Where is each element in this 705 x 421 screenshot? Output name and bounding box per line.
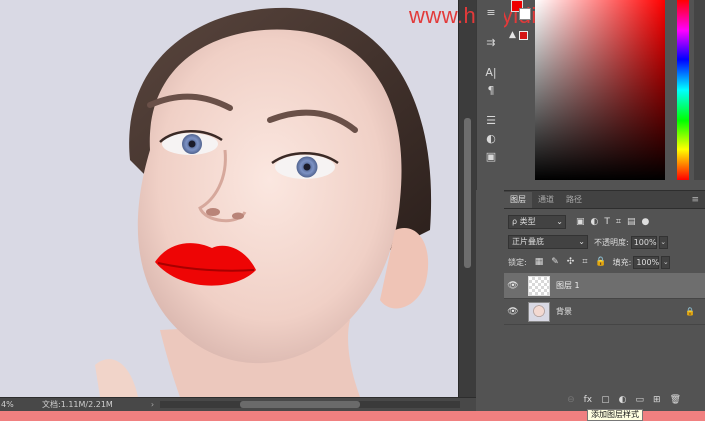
add-layer-style-icon[interactable]: fx <box>584 395 593 405</box>
opacity-dropdown-icon[interactable]: ⌄ <box>658 235 668 249</box>
background-color-swatch[interactable] <box>519 8 531 20</box>
color-panel-scrollbar[interactable] <box>694 0 705 180</box>
type-filter-icon[interactable]: T <box>604 217 610 227</box>
layers-panel: 图层 通道 路径 ≡ ρ 类型 ⌄ ▣ ◐ T ⌗ ▤ ● 正片叠底 ⌄ 不透明… <box>504 190 705 411</box>
gamut-warning-icon[interactable]: ▲ <box>509 30 516 40</box>
paragraph-icon[interactable]: ¶ <box>483 84 499 98</box>
lock-transparent-icon[interactable]: ▦ <box>535 257 544 267</box>
tab-layers[interactable]: 图层 <box>504 192 532 208</box>
zoom-level[interactable]: 4% <box>0 400 22 409</box>
visibility-eye-icon[interactable]: 👁 <box>504 281 522 291</box>
filter-icon-group: ▣ ◐ T ⌗ ▤ ● <box>576 217 649 227</box>
tab-paths[interactable]: 路径 <box>560 192 588 208</box>
panel-icon-column: ≡ ⇉ A| ¶ ☰ ◐ ▣ <box>476 0 504 190</box>
layer-name[interactable]: 图层 1 <box>556 280 580 291</box>
kind-filter-label: ρ 类型 <box>512 217 536 226</box>
fill-label: 填充: <box>612 257 632 267</box>
tooltip: 添加图层样式 <box>587 409 643 421</box>
link-layers-icon[interactable]: ⊖ <box>567 395 575 405</box>
new-layer-icon[interactable]: ⊞ <box>653 395 661 405</box>
layer-row-layer1[interactable]: 👁 图层 1 <box>504 273 705 299</box>
new-adjustment-layer-icon[interactable]: ◐ <box>619 395 627 405</box>
lock-image-icon[interactable]: ✎ <box>551 257 559 267</box>
status-bar: 4% 文档:1.11M/2.21M › <box>0 397 476 411</box>
document-size-info[interactable]: 文档:1.11M/2.21M <box>42 399 113 410</box>
foreground-background-swatches[interactable] <box>509 0 533 26</box>
layer-kind-filter[interactable]: ρ 类型 ⌄ <box>508 215 566 229</box>
fill-dropdown-icon[interactable]: ⌄ <box>661 255 671 269</box>
brush-settings-icon[interactable]: ≡ <box>483 6 499 20</box>
lock-icon-group: ▦ ✎ ✣ ⌗ 🔒 <box>535 257 607 267</box>
document-canvas[interactable] <box>0 0 458 397</box>
opacity-input[interactable]: 100% <box>630 235 657 249</box>
horizontal-scroll-thumb[interactable] <box>240 401 360 408</box>
properties-icon[interactable]: ☰ <box>483 114 499 128</box>
lock-all-icon[interactable]: 🔒 <box>595 257 606 267</box>
character-icon[interactable]: A| <box>483 66 499 80</box>
opacity-label: 不透明度: <box>594 237 629 247</box>
adjustments-icon[interactable]: ◐ <box>483 132 499 146</box>
pixel-filter-icon[interactable]: ▣ <box>576 217 585 227</box>
layer-thumbnail-photo <box>528 301 550 322</box>
shape-filter-icon[interactable]: ⌗ <box>616 217 621 227</box>
blend-mode-select[interactable]: 正片叠底 ⌄ <box>508 235 588 249</box>
libraries-icon[interactable]: ▣ <box>483 150 499 164</box>
canvas-horizontal-scrollbar[interactable] <box>160 401 460 408</box>
status-menu-arrow-icon[interactable]: › <box>151 400 154 409</box>
layer-name[interactable]: 背景 <box>556 306 572 317</box>
adjustment-filter-icon[interactable]: ◐ <box>591 217 599 227</box>
layers-panel-footer: ⊖ fx ▢ ◐ ▭ ⊞ 🗑 <box>504 391 705 409</box>
layer-thumbnail-transparent <box>528 275 550 296</box>
filter-toggle-icon[interactable]: ● <box>641 217 649 227</box>
panel-menu-icon[interactable]: ≡ <box>691 192 705 208</box>
tab-channels[interactable]: 通道 <box>532 192 560 208</box>
gamut-correction-swatch[interactable] <box>519 31 528 40</box>
blend-opacity-row: 正片叠底 ⌄ 不透明度: 100% ⌄ <box>504 233 705 251</box>
layer-filter-row: ρ 类型 ⌄ ▣ ◐ T ⌗ ▤ ● <box>504 213 705 231</box>
lock-fill-row: 锁定: ▦ ✎ ✣ ⌗ 🔒 填充: 100% ⌄ <box>504 253 705 271</box>
lock-icon: 🔒 <box>685 307 695 316</box>
lock-label: 锁定: <box>508 257 527 267</box>
canvas-scroll-thumb[interactable] <box>464 118 471 268</box>
lock-position-icon[interactable]: ✣ <box>567 257 575 267</box>
delete-layer-icon[interactable]: 🗑 <box>670 395 681 405</box>
canvas-vertical-scrollbar[interactable] <box>458 0 476 397</box>
chevron-down-icon: ⌄ <box>578 237 585 246</box>
chevron-down-icon: ⌄ <box>556 217 563 226</box>
layers-panel-tabs: 图层 通道 路径 ≡ <box>504 191 705 209</box>
visibility-eye-icon[interactable]: 👁 <box>504 307 522 317</box>
photoshop-window: www.haoyidiansheji.com 4% 文档:1.11M/2.21M… <box>0 0 705 421</box>
smart-object-filter-icon[interactable]: ▤ <box>627 217 636 227</box>
adjust-sliders-icon[interactable]: ⇉ <box>483 36 499 50</box>
color-field[interactable] <box>535 0 665 180</box>
fill-input[interactable]: 100% <box>633 255 660 269</box>
new-group-icon[interactable]: ▭ <box>636 395 645 405</box>
hue-slider[interactable] <box>677 0 689 180</box>
add-mask-icon[interactable]: ▢ <box>601 395 610 405</box>
lock-artboard-icon[interactable]: ⌗ <box>582 257 587 267</box>
blend-mode-label: 正片叠底 <box>512 237 544 246</box>
layer-row-background[interactable]: 👁 背景 🔒 <box>504 299 705 325</box>
